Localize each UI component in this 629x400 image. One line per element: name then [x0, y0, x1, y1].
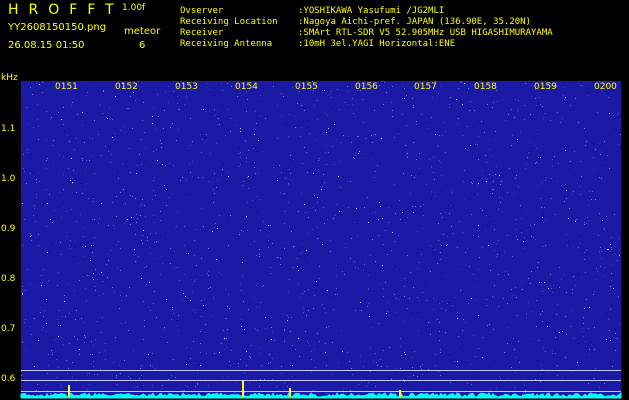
x-tick-0152: 0152: [115, 82, 138, 92]
frequency-unit-label: kHz: [1, 73, 18, 83]
x-tick-0151: 0151: [55, 82, 78, 92]
x-tick-0154: 0154: [235, 82, 258, 92]
filename-label: YY2608150150.png: [8, 22, 107, 33]
info-row-antenna: Receiving Antenna:10mH 3el.YAGI Horizont…: [180, 39, 456, 49]
y-tick-0.8: 0.8: [1, 274, 16, 284]
x-tick-0155: 0155: [295, 82, 318, 92]
datetime-label: 26.08.15 01:50: [8, 40, 85, 51]
y-tick-0.9: 0.9: [1, 224, 16, 234]
info-row-receiver: Receiver:SMArt RTL-SDR V5 52.905MHz USB …: [180, 28, 553, 38]
spectrum-divider-top: [21, 370, 621, 371]
y-tick-0.7: 0.7: [1, 324, 16, 334]
y-tick-1.1: 1.1: [1, 124, 16, 134]
header: HROFFT 1.00f YY2608150150.png 26.08.15 0…: [0, 0, 629, 72]
x-tick-0200: 0200: [594, 82, 617, 92]
meteor-count: 6: [139, 40, 146, 51]
x-tick-0158: 0158: [474, 82, 497, 92]
version-label: 1.00f: [122, 3, 146, 13]
spectrogram-noise: [21, 81, 621, 398]
info-row-observer: Ovserver:YOSHIKAWA Yasufumi /JG2MLI: [180, 6, 445, 16]
y-tick-1.0: 1.0: [1, 174, 16, 184]
x-tick-0153: 0153: [175, 82, 198, 92]
spectrogram: [21, 81, 621, 398]
x-tick-0159: 0159: [534, 82, 557, 92]
x-tick-0156: 0156: [355, 82, 378, 92]
app-title: HROFFT: [8, 2, 124, 18]
info-row-location: Receiving Location:Nagoya Aichi-pref. JA…: [180, 17, 531, 27]
spectrum-divider-mid: [21, 380, 621, 381]
meteor-label: meteor: [124, 26, 161, 37]
x-tick-0157: 0157: [414, 82, 437, 92]
spectrum-divider-bottom: [21, 391, 621, 392]
station-info: Ovserver:YOSHIKAWA Yasufumi /JG2MLI Rece…: [180, 6, 553, 50]
y-tick-0.6: 0.6: [1, 374, 16, 384]
